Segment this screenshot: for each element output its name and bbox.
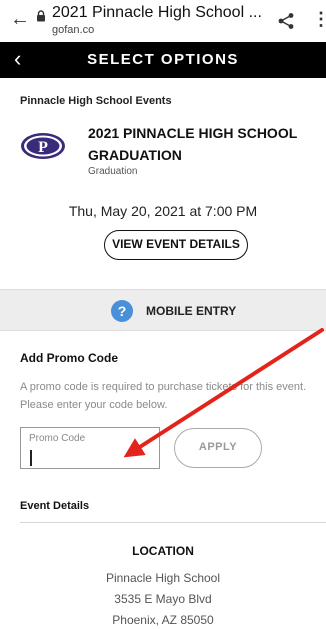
apply-button[interactable]: APPLY [174,428,262,468]
browser-domain: gofan.co [52,24,95,36]
event-datetime: Thu, May 20, 2021 at 7:00 PM [68,203,258,219]
promo-code-label: Promo Code [29,433,86,444]
event-type: Graduation [88,166,138,177]
promo-code-input[interactable] [28,448,152,466]
school-logo: P [21,133,65,159]
app-header: ‹ SELECT OPTIONS [0,42,326,78]
page-title: SELECT OPTIONS [87,51,239,68]
browser-back-button[interactable]: ← [10,8,30,30]
help-icon[interactable]: ? [111,300,133,322]
promo-description: A promo code is required to purchase tic… [20,381,307,411]
location-city: Phoenix, AZ 85050 [112,613,214,627]
logo-letter: P [38,139,48,156]
mobile-entry-bar[interactable]: ? MOBILE ENTRY [0,289,326,331]
text-cursor [30,450,32,466]
location-heading: LOCATION [132,544,194,558]
more-options-icon[interactable]: ⋮ [312,10,326,28]
organization-name: Pinnacle High School Events [20,95,172,107]
browser-toolbar: ← 2021 Pinnacle High School ... gofan.co… [0,0,326,42]
promo-code-field[interactable]: Promo Code [20,427,160,469]
mobile-entry-label: MOBILE ENTRY [146,304,237,318]
promo-heading: Add Promo Code [20,351,118,365]
event-details-heading: Event Details [20,500,90,512]
view-event-details-button[interactable]: VIEW EVENT DETAILS [104,230,248,260]
lock-icon [37,10,45,22]
browser-page-title[interactable]: 2021 Pinnacle High School ... [52,4,262,22]
location-street: 3535 E Mayo Blvd [114,592,212,606]
divider [20,522,326,523]
location-venue: Pinnacle High School [105,571,221,585]
event-name: 2021 PINNACLE HIGH SCHOOL GRADUATION [88,125,298,163]
share-icon[interactable] [277,12,295,30]
